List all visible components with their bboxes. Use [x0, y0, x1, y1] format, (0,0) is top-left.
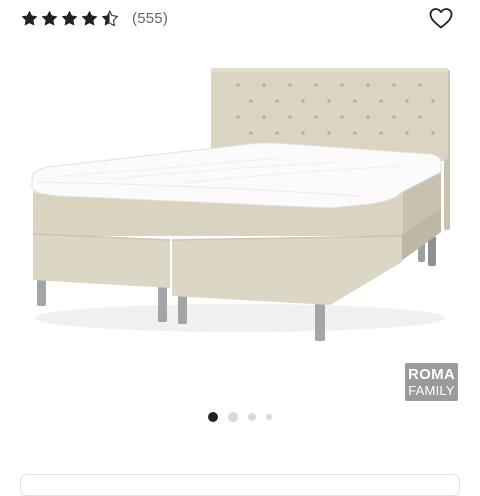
- star-full-icon: [61, 10, 78, 26]
- product-info-card: [20, 474, 460, 496]
- base-left: [33, 234, 170, 288]
- carousel-dot[interactable]: [248, 413, 256, 421]
- bed-leg: [158, 286, 167, 322]
- base-right: [172, 236, 402, 305]
- star-full-icon: [41, 10, 58, 26]
- star-full-icon: [21, 10, 38, 26]
- product-image[interactable]: [0, 44, 480, 404]
- rating-stars: [20, 9, 119, 28]
- carousel-dot[interactable]: [228, 412, 238, 422]
- star-full-icon: [81, 10, 98, 26]
- carousel-pagination: [0, 412, 480, 422]
- floor-shadow: [35, 304, 445, 332]
- star-half-icon: [101, 9, 118, 26]
- review-count[interactable]: (555): [132, 10, 168, 27]
- carousel-dot[interactable]: [266, 414, 272, 420]
- collection-badge-line2: FAMILY: [408, 383, 455, 398]
- collection-badge: ROMA FAMILY: [405, 363, 458, 401]
- heart-outline-icon[interactable]: [429, 7, 453, 29]
- carousel-dot-active[interactable]: [208, 412, 218, 422]
- bed-leg: [315, 303, 325, 341]
- product-rating[interactable]: (555): [20, 8, 168, 28]
- collection-badge-line1: ROMA: [407, 366, 456, 383]
